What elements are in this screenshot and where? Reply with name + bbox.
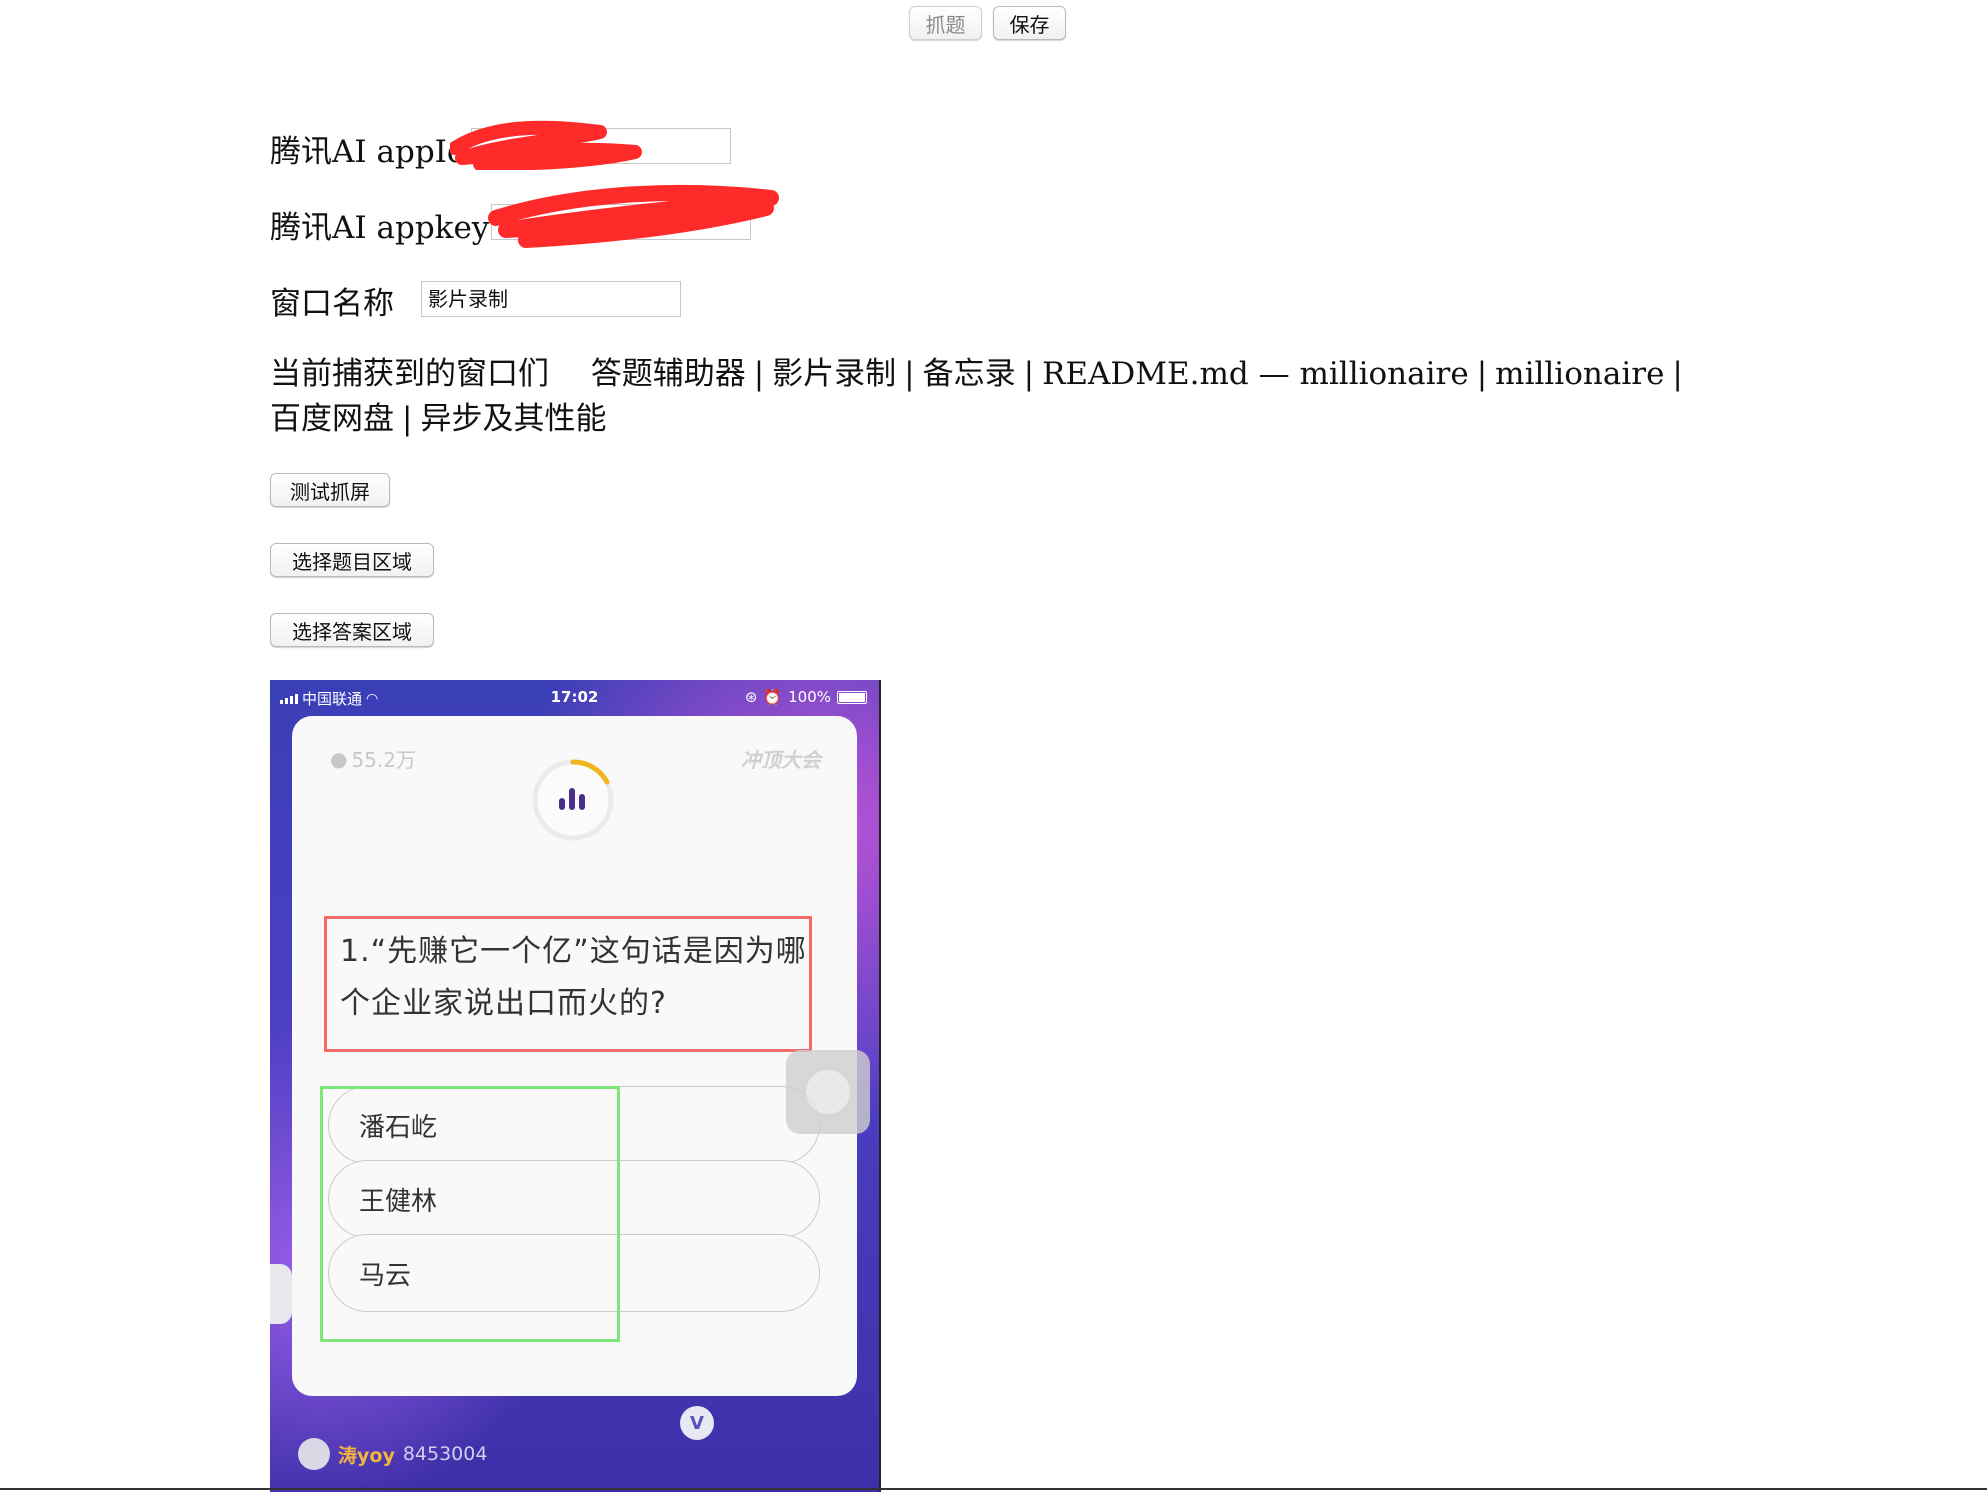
screen-capture-preview[interactable]: 中国联通 ◠ 17:02 ⊛ ⏰ 100% ● 55.2万 冲顶大会 1.“先赚… bbox=[270, 680, 881, 1492]
window-bottom-divider bbox=[0, 1488, 1987, 1490]
appid-input[interactable] bbox=[471, 128, 731, 164]
chat-user-row: 涛yoy 8453004 bbox=[298, 1438, 487, 1470]
appkey-input[interactable] bbox=[491, 204, 751, 240]
window-name-input[interactable]: 影片录制 bbox=[421, 281, 681, 317]
question-card: ● 55.2万 冲顶大会 1.“先赚它一个亿”这句话是因为哪个企业家说出口而火的… bbox=[292, 716, 857, 1396]
question-text: 1.“先赚它一个亿”这句话是因为哪个企业家说出口而火的? bbox=[340, 934, 807, 1021]
window-name-label: 窗口名称 bbox=[270, 286, 394, 322]
window-item: README.md — millionaire bbox=[1042, 356, 1469, 392]
battery-icon bbox=[837, 690, 867, 704]
brand-logo: 冲顶大会 bbox=[741, 748, 821, 772]
select-question-area-button[interactable]: 选择题目区域 bbox=[270, 543, 434, 577]
v-badge-icon: V bbox=[680, 1406, 714, 1440]
window-item: 异步及其性能 bbox=[420, 401, 607, 437]
window-item: millionaire bbox=[1495, 356, 1665, 392]
captured-windows-line: 当前捕获到的窗口们 答题辅助器 | 影片录制 | 备忘录 | README.md — mil… bbox=[270, 356, 1683, 437]
alarm-icon: ⏰ bbox=[763, 688, 783, 706]
appid-label: 腾讯AI appId bbox=[270, 134, 467, 170]
avatar bbox=[298, 1438, 330, 1470]
answer-area-selection bbox=[320, 1086, 620, 1342]
floating-assistive-button[interactable] bbox=[786, 1050, 870, 1134]
window-item: 影片录制 bbox=[772, 356, 897, 392]
battery-percent: 100% bbox=[788, 688, 831, 706]
select-answer-area-button[interactable]: 选择答案区域 bbox=[270, 613, 434, 647]
save-button[interactable]: 保存 bbox=[993, 6, 1066, 40]
lock-rotation-icon: ⊛ bbox=[744, 688, 758, 706]
countdown-timer-icon bbox=[532, 759, 614, 841]
side-tab bbox=[270, 1264, 292, 1324]
window-item: 答题辅助器 bbox=[590, 356, 746, 392]
window-item: 百度网盘 bbox=[270, 401, 394, 437]
phone-status-bar: 中国联通 ◠ 17:02 ⊛ ⏰ 100% bbox=[270, 680, 879, 714]
person-icon: ● bbox=[330, 746, 348, 771]
capture-question-button[interactable]: 抓题 bbox=[909, 6, 982, 40]
captured-windows-label: 当前捕获到的窗口们 bbox=[270, 356, 549, 392]
chat-username: 涛yoy bbox=[338, 1444, 395, 1467]
window-item: 备忘录 bbox=[922, 356, 1016, 392]
appkey-label: 腾讯AI appkey bbox=[270, 210, 490, 246]
test-capture-button[interactable]: 测试抓屏 bbox=[270, 473, 390, 507]
viewer-count: ● 55.2万 bbox=[330, 744, 416, 773]
viewer-count-value: 55.2万 bbox=[351, 748, 416, 772]
status-right: ⊛ ⏰ 100% bbox=[745, 688, 867, 706]
chat-user-score: 8453004 bbox=[402, 1443, 488, 1465]
